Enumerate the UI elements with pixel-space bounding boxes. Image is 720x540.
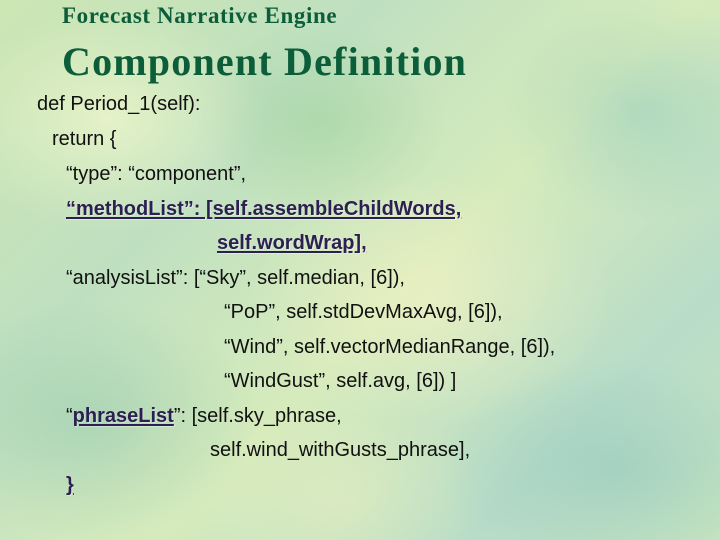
code-line-analysislist: “analysisList”: [“Sky”, self.median, [6]… <box>66 267 405 289</box>
code-line-type: “type”: “component”, <box>66 163 247 185</box>
phraselist-open-quote: “ <box>66 405 73 427</box>
phraselist-key: phraseList <box>72 405 174 427</box>
code-line-methodlist: “methodList”: [self.assembleChildWords, <box>66 198 462 220</box>
code-line-analysis-windgust: “WindGust”, self.avg, [6]) ] <box>224 370 457 392</box>
code-block: def Period_1(self): return { “type”: “co… <box>0 0 720 540</box>
phraselist-rest: ”: [self.sky_phrase, <box>173 405 342 427</box>
code-line-close-brace: } <box>66 474 74 496</box>
code-line-phraselist-cont: self.wind_withGusts_phrase], <box>210 439 471 461</box>
code-line-analysis-wind: “Wind”, self.vectorMedianRange, [6]), <box>224 336 556 358</box>
code-line-analysis-pop: “PoP”, self.stdDevMaxAvg, [6]), <box>224 301 503 323</box>
code-line-def: def Period_1(self): <box>37 93 201 115</box>
code-line-methodlist-cont: self.wordWrap], <box>217 232 367 254</box>
code-line-phraselist: “phraseList”: [self.sky_phrase, <box>66 404 342 428</box>
code-line-return: return { <box>52 128 117 150</box>
